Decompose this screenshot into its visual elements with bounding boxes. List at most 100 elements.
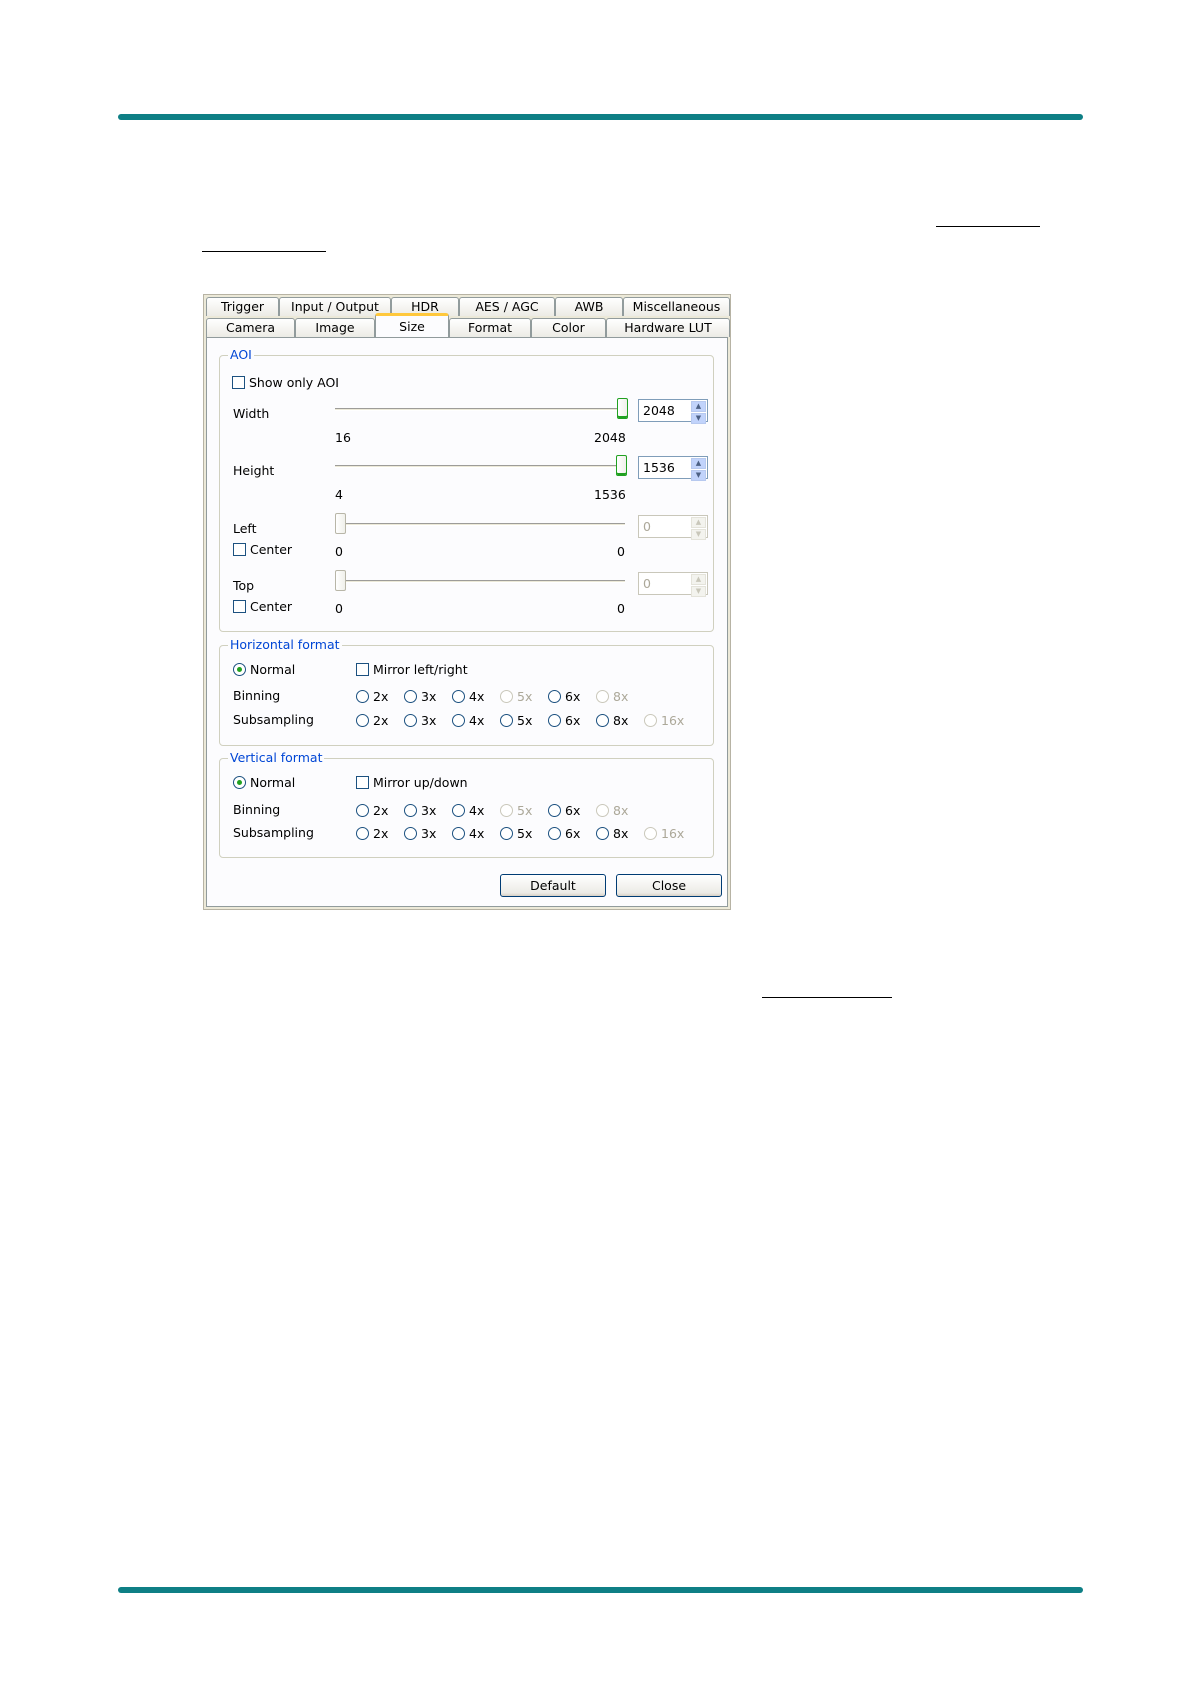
horizontal-subsampling-2x-radio[interactable] [356,714,369,727]
vertical-subsampling-4x-radio[interactable] [452,827,465,840]
tab-format[interactable]: Format [449,318,531,337]
top-spinbox[interactable]: 0 ▲ ▼ [638,572,708,597]
left-spinbox[interactable]: 0 ▲ ▼ [638,515,708,540]
footer-rule [118,1587,1083,1593]
vertical-subsampling-3x-label: 3x [421,826,437,841]
width-label: Width [233,406,270,421]
vertical-subsampling-8x-radio[interactable] [596,827,609,840]
horizontal-subsampling-5x-radio[interactable] [500,714,513,727]
horizontal-normal-radio[interactable] [233,663,246,676]
top-slider-track[interactable] [335,580,625,583]
tab-image[interactable]: Image [295,318,375,337]
vertical-subsampling-2x-radio[interactable] [356,827,369,840]
horizontal-normal-label: Normal [250,662,296,677]
horizontal-binning-4x-radio[interactable] [452,690,465,703]
mirror-up-down-checkbox[interactable] [356,776,369,789]
spin-down-icon[interactable]: ▼ [691,529,706,540]
top-center-checkbox[interactable] [233,600,246,613]
left-label: Left [233,521,257,536]
vertical-binning-8x-radio[interactable] [596,804,609,817]
spin-down-icon[interactable]: ▼ [691,470,706,481]
vertical-subsampling-16x-radio[interactable] [644,827,657,840]
vertical-normal-radio[interactable] [233,776,246,789]
vertical-binning-6x-radio[interactable] [548,804,561,817]
width-spinbox[interactable]: 2048 ▲ ▼ [638,399,708,424]
horizontal-binning-2x-radio[interactable] [356,690,369,703]
width-slider-thumb[interactable] [617,398,628,419]
show-only-aoi-checkbox[interactable] [232,376,245,389]
horizontal-subsampling-8x-radio[interactable] [596,714,609,727]
width-max: 2048 [594,430,626,445]
horizontal-subsampling-2x-label: 2x [373,713,389,728]
horizontal-subsampling-6x-radio[interactable] [548,714,561,727]
vertical-subsampling-2x-label: 2x [373,826,389,841]
horizontal-binning-2x-label: 2x [373,689,389,704]
height-value: 1536 [643,460,675,475]
vertical-subsampling-label: Subsampling [233,825,314,840]
close-button[interactable]: Close [616,874,722,897]
horizontal-format-group: Horizontal format Normal Mirror left/rig… [219,637,714,746]
left-center-checkbox[interactable] [233,543,246,556]
tab-aes-agc[interactable]: AES / AGC [459,297,555,316]
vertical-subsampling-6x-label: 6x [565,826,581,841]
horizontal-subsampling-16x-radio[interactable] [644,714,657,727]
vertical-binning-4x-radio[interactable] [452,804,465,817]
horizontal-subsampling-16x-label: 16x [661,713,685,728]
vertical-binning-8x-label: 8x [613,803,629,818]
top-slider-thumb[interactable] [335,570,346,591]
link-underline [936,226,1040,227]
horizontal-binning-8x-radio[interactable] [596,690,609,703]
vertical-subsampling-8x-label: 8x [613,826,629,841]
spin-up-icon[interactable]: ▲ [691,517,706,528]
height-max: 1536 [594,487,626,502]
tab-trigger[interactable]: Trigger [206,297,279,316]
horizontal-binning-5x-label: 5x [517,689,533,704]
vertical-binning-2x-radio[interactable] [356,804,369,817]
tab-color[interactable]: Color [531,318,606,337]
horizontal-subsampling-3x-label: 3x [421,713,437,728]
horizontal-binning-label: Binning [233,688,281,703]
tab-camera[interactable]: Camera [206,318,295,337]
spin-up-icon[interactable]: ▲ [691,458,706,469]
spin-down-icon[interactable]: ▼ [691,413,706,424]
vertical-subsampling-6x-radio[interactable] [548,827,561,840]
vertical-subsampling-5x-radio[interactable] [500,827,513,840]
tab-size[interactable]: Size [375,313,449,337]
horizontal-binning-6x-radio[interactable] [548,690,561,703]
vertical-subsampling-4x-label: 4x [469,826,485,841]
tab-input-output[interactable]: Input / Output [279,297,391,316]
vertical-subsampling-3x-radio[interactable] [404,827,417,840]
camera-settings-dialog: Trigger Input / Output HDR AES / AGC AWB… [203,294,731,910]
horizontal-binning-4x-label: 4x [469,689,485,704]
tab-hardware-lut[interactable]: Hardware LUT [606,318,730,337]
tab-awb[interactable]: AWB [555,297,623,316]
horizontal-subsampling-8x-label: 8x [613,713,629,728]
vertical-binning-3x-radio[interactable] [404,804,417,817]
horizontal-binning-8x-label: 8x [613,689,629,704]
spin-down-icon[interactable]: ▼ [691,586,706,597]
height-spinbox[interactable]: 1536 ▲ ▼ [638,456,708,481]
vertical-subsampling-16x-label: 16x [661,826,685,841]
spin-up-icon[interactable]: ▲ [691,401,706,412]
horizontal-binning-5x-radio[interactable] [500,690,513,703]
header-rule [118,114,1083,120]
horizontal-subsampling-4x-label: 4x [469,713,485,728]
horizontal-binning-3x-radio[interactable] [404,690,417,703]
height-min: 4 [335,487,343,502]
tab-miscellaneous[interactable]: Miscellaneous [623,297,730,316]
left-slider-track[interactable] [335,523,625,526]
vertical-binning-label: Binning [233,802,281,817]
vertical-binning-5x-radio[interactable] [500,804,513,817]
height-slider-track[interactable] [335,465,625,468]
link-underline [202,251,326,252]
spin-up-icon[interactable]: ▲ [691,574,706,585]
height-slider-thumb[interactable] [616,455,627,476]
width-slider-track[interactable] [335,408,625,411]
left-slider-thumb[interactable] [335,513,346,534]
horizontal-subsampling-3x-radio[interactable] [404,714,417,727]
horizontal-subsampling-4x-radio[interactable] [452,714,465,727]
size-tab-panel: AOI Show only AOI Width 16 2048 2048 ▲ ▼ … [206,337,728,907]
mirror-left-right-checkbox[interactable] [356,663,369,676]
vertical-subsampling-5x-label: 5x [517,826,533,841]
default-button[interactable]: Default [500,874,606,897]
